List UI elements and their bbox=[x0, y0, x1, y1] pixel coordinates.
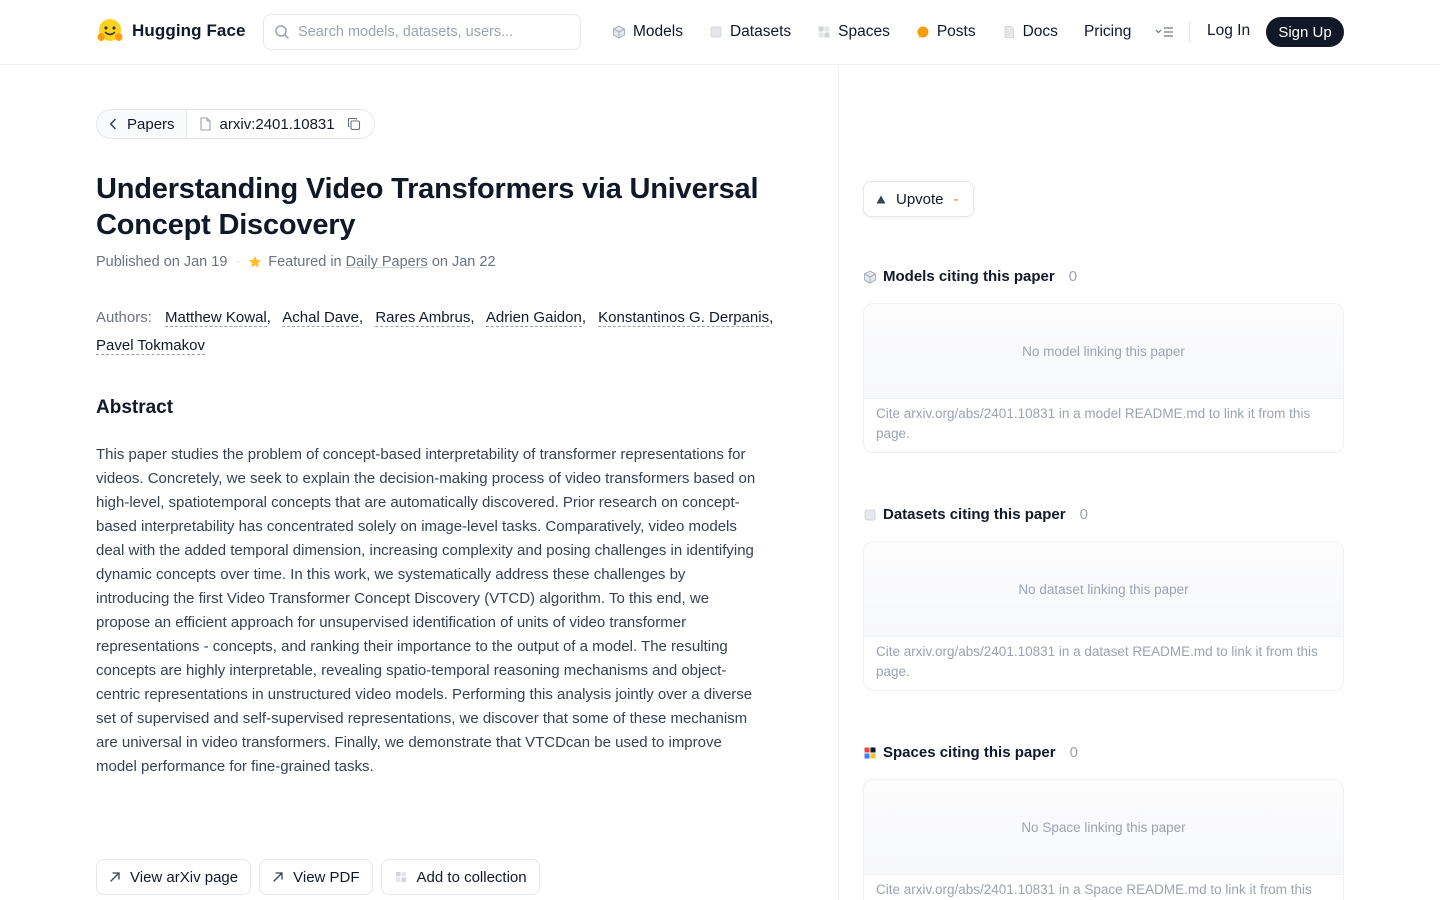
meta-separator: · bbox=[235, 254, 241, 270]
top-header: Hugging Face Models Datasets bbox=[0, 0, 1440, 65]
paper-meta: Published on Jan 19 · Featured in Daily … bbox=[96, 254, 496, 270]
abstract-text: This paper studies the problem of concep… bbox=[96, 446, 756, 775]
author-link[interactable]: Matthew Kowal bbox=[165, 309, 267, 327]
nav-spaces-label: Spaces bbox=[838, 23, 890, 40]
section-count: 0 bbox=[1068, 268, 1078, 285]
nav-posts-label: Posts bbox=[936, 23, 976, 40]
author-link[interactable]: Rares Ambrus bbox=[375, 309, 471, 327]
paper-id-chip: arxiv:2401.10831 bbox=[185, 110, 374, 138]
nav-models-label: Models bbox=[633, 23, 683, 40]
paper-title: Understanding Video Transformers via Uni… bbox=[96, 173, 759, 241]
section-heading: Models citing this paper 0 bbox=[863, 268, 1344, 285]
upvote-button[interactable]: Upvote - bbox=[863, 181, 974, 217]
models-icon bbox=[613, 25, 625, 39]
authors-label: Authors: bbox=[96, 309, 152, 326]
datasets-icon bbox=[710, 26, 722, 38]
section-title: Datasets citing this paper bbox=[883, 506, 1066, 523]
brand-name: Hugging Face bbox=[132, 21, 246, 40]
section-title: Spaces citing this paper bbox=[883, 744, 1056, 761]
view-arxiv-button[interactable]: View arXiv page bbox=[96, 859, 252, 895]
nav-spaces[interactable]: Spaces bbox=[817, 23, 890, 41]
upvote-label: Upvote bbox=[896, 190, 944, 208]
hugging-face-logo-icon bbox=[97, 19, 123, 41]
nav-separator bbox=[1189, 21, 1190, 43]
featured-suffix: on Jan 22 bbox=[431, 254, 496, 270]
section-heading: Spaces citing this paper 0 bbox=[863, 744, 1344, 761]
nav-pricing[interactable]: Pricing bbox=[1084, 23, 1131, 41]
back-label: Papers bbox=[127, 115, 175, 133]
author-link[interactable]: Achal Dave bbox=[282, 309, 359, 327]
column-divider bbox=[838, 65, 839, 900]
more-menu-icon bbox=[1155, 27, 1174, 37]
spaces-icon bbox=[818, 26, 830, 38]
spaces-citing-section: Spaces citing this paper 0 No Space link… bbox=[863, 744, 1344, 900]
external-link-icon bbox=[110, 872, 120, 882]
empty-state: No Space linking this paper bbox=[864, 780, 1343, 875]
section-title: Models citing this paper bbox=[883, 268, 1055, 285]
back-to-papers-link[interactable]: Papers bbox=[97, 110, 186, 138]
view-pdf-button[interactable]: View PDF bbox=[259, 859, 373, 895]
copy-icon bbox=[347, 117, 360, 131]
upvote-count: - bbox=[953, 190, 959, 208]
author-link[interactable]: Adrien Gaidon bbox=[485, 309, 582, 327]
search-box[interactable] bbox=[263, 14, 581, 50]
nav-docs-label: Docs bbox=[1022, 23, 1058, 40]
brand-link[interactable]: Hugging Face bbox=[96, 17, 246, 45]
cite-instructions: Cite arxiv.org/abs/2401.10831 in a Space… bbox=[876, 882, 1312, 897]
nav-datasets[interactable]: Datasets bbox=[709, 23, 791, 41]
external-link-icon bbox=[273, 872, 283, 882]
posts-icon bbox=[917, 26, 929, 38]
section-box: No dataset linking this paper Cite arxiv… bbox=[863, 541, 1344, 691]
star-icon bbox=[248, 255, 262, 269]
nav-more-menu[interactable] bbox=[1155, 25, 1175, 39]
featured-prefix: Featured in bbox=[268, 254, 342, 270]
view-arxiv-label: View arXiv page bbox=[130, 868, 239, 886]
collection-icon bbox=[395, 872, 406, 882]
add-to-collection-label: Add to collection bbox=[416, 868, 527, 886]
section-box: No Space linking this paper Cite arxiv.o… bbox=[863, 779, 1344, 900]
docs-icon bbox=[1004, 26, 1014, 38]
nav-models[interactable]: Models bbox=[612, 23, 683, 41]
nav-docs[interactable]: Docs bbox=[1002, 23, 1058, 41]
section-box: No model linking this paper Cite arxiv.o… bbox=[863, 303, 1344, 453]
search-icon bbox=[275, 25, 289, 39]
cite-instructions: Cite arxiv.org/abs/2401.10831 in a model… bbox=[876, 406, 1311, 441]
spaces-icon bbox=[864, 747, 876, 758]
author-link[interactable]: Pavel Tokmakov bbox=[96, 337, 205, 355]
datasets-icon bbox=[864, 509, 876, 520]
nav-posts[interactable]: Posts bbox=[916, 23, 976, 41]
author-link[interactable]: Konstantinos G. Derpanis bbox=[598, 309, 770, 327]
signup-button[interactable]: Sign Up bbox=[1266, 17, 1344, 47]
login-link[interactable]: Log In bbox=[1207, 22, 1250, 40]
view-pdf-label: View PDF bbox=[293, 868, 360, 886]
empty-state: No dataset linking this paper bbox=[864, 542, 1343, 637]
nav-datasets-label: Datasets bbox=[729, 23, 792, 40]
daily-papers-link[interactable]: Daily Papers bbox=[346, 254, 428, 270]
copy-id-button[interactable] bbox=[347, 117, 361, 131]
main-nav: Models Datasets Spaces Posts Docs Pricin… bbox=[612, 0, 1175, 64]
models-icon bbox=[864, 270, 876, 283]
nav-pricing-label: Pricing bbox=[1083, 23, 1132, 40]
paper-id: arxiv:2401.10831 bbox=[219, 115, 335, 133]
datasets-citing-section: Datasets citing this paper 0 No dataset … bbox=[863, 506, 1344, 691]
search-input[interactable] bbox=[298, 24, 568, 40]
abstract-heading: Abstract bbox=[96, 397, 174, 418]
section-count: 0 bbox=[1079, 506, 1088, 523]
add-to-collection-button[interactable]: Add to collection bbox=[380, 859, 540, 895]
empty-state: No model linking this paper bbox=[864, 304, 1343, 399]
breadcrumb: Papers arxiv:2401.10831 bbox=[96, 109, 375, 139]
published-date: Published on Jan 19 bbox=[96, 254, 228, 270]
authors-list: Authors: Matthew Kowal, Achal Dave, Rare… bbox=[96, 309, 774, 355]
upvote-arrow-icon bbox=[876, 195, 886, 203]
document-icon bbox=[199, 117, 211, 131]
paper-actions: View arXiv page View PDF Add to collecti… bbox=[96, 859, 540, 895]
chevron-left-icon bbox=[109, 118, 116, 130]
section-heading: Datasets citing this paper 0 bbox=[863, 506, 1344, 523]
models-citing-section: Models citing this paper 0 No model link… bbox=[863, 268, 1344, 453]
section-count: 0 bbox=[1069, 744, 1078, 761]
cite-instructions: Cite arxiv.org/abs/2401.10831 in a datas… bbox=[876, 644, 1318, 679]
